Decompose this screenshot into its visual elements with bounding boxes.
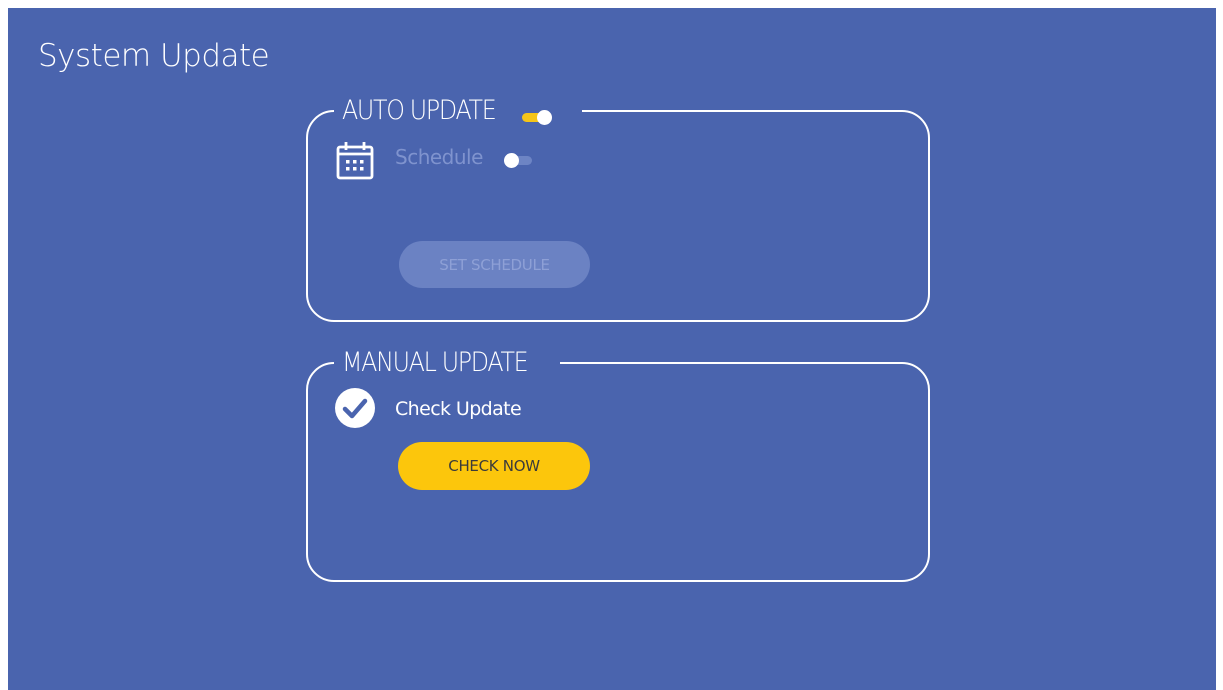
schedule-toggle[interactable] — [504, 153, 534, 168]
set-schedule-button[interactable]: SET SCHEDULE — [399, 241, 590, 288]
check-circle-icon — [335, 388, 375, 428]
schedule-toggle-knob — [504, 153, 519, 168]
auto-update-toggle-knob — [537, 110, 552, 125]
auto-update-group: AUTO UPDATE — [306, 90, 930, 322]
calendar-icon — [336, 142, 374, 180]
page-title: System Update — [38, 38, 270, 74]
check-update-label: Check Update — [395, 398, 522, 420]
auto-update-toggle[interactable] — [522, 110, 552, 125]
check-now-button[interactable]: CHECK NOW — [398, 442, 590, 490]
manual-update-legend: MANUAL UPDATE — [334, 342, 560, 382]
auto-update-title: AUTO UPDATE — [342, 94, 497, 126]
manual-update-title: MANUAL UPDATE — [342, 346, 529, 378]
schedule-label: Schedule — [395, 145, 483, 169]
